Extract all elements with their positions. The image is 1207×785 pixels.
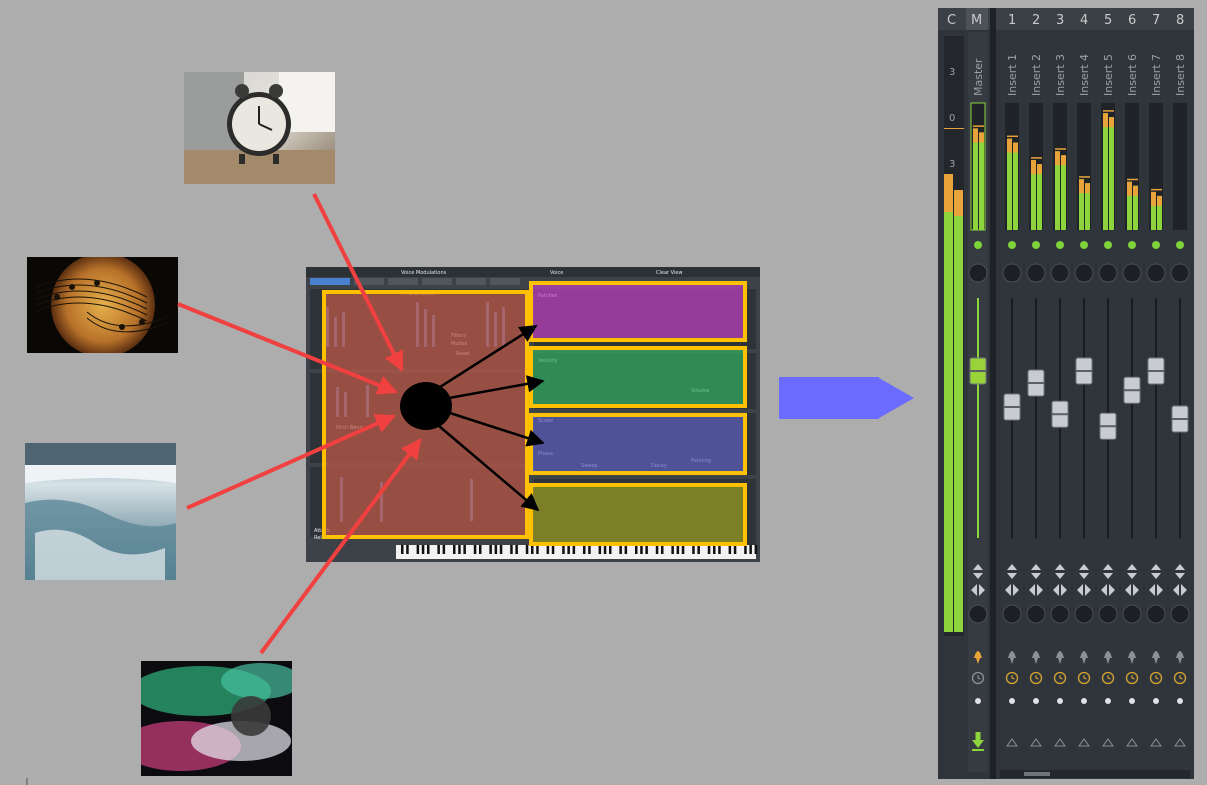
master-name-label: Master xyxy=(972,58,985,96)
synth-label-patches: Patches xyxy=(538,293,558,299)
mixer-channel-number-2[interactable]: 2 xyxy=(1032,13,1040,28)
pan-knob-icon[interactable] xyxy=(1050,263,1070,283)
mixer-scrollbar-thumb[interactable] xyxy=(1024,772,1050,776)
synth-label-decay: Decay xyxy=(651,463,667,469)
mixer-channel-number-3[interactable]: 3 xyxy=(1056,13,1064,28)
pan-knob-icon[interactable] xyxy=(968,263,988,283)
mixer-panel: C M 1 2 3 4 5 6 7 8 3 0 3 Master Insert 1 Insert … xyxy=(938,8,1194,779)
meter-bar-right-5 xyxy=(1109,117,1114,230)
route-dot-icon[interactable] xyxy=(1081,698,1087,704)
channel-led-icon[interactable] xyxy=(1128,241,1136,249)
route-dot-icon[interactable] xyxy=(1153,698,1159,704)
synth-label-attack: Attack xyxy=(314,528,330,534)
mixer-channel-number-6[interactable]: 6 xyxy=(1128,13,1136,28)
volume-knob-icon[interactable] xyxy=(1002,604,1022,624)
synth-plugin-screenshot: Voice Modulations Voice Clear View Param… xyxy=(306,267,760,562)
mixer-scale-top: 3 xyxy=(949,67,955,78)
pan-knob-icon[interactable] xyxy=(1026,263,1046,283)
mixer-scale-zero: 0 xyxy=(949,113,955,124)
volume-knob-icon[interactable] xyxy=(1050,604,1070,624)
synth-label-release: Release xyxy=(314,535,334,541)
synth-label-phase: Phase xyxy=(538,451,553,457)
meter-bar-right-3 xyxy=(1061,155,1066,230)
mixer-channel-number-8[interactable]: 8 xyxy=(1176,13,1184,28)
pan-knob-icon[interactable] xyxy=(1122,263,1142,283)
meter-bar-right-1 xyxy=(1013,142,1018,230)
mixer-header-m[interactable]: M xyxy=(971,13,982,28)
volume-knob-icon[interactable] xyxy=(1146,604,1166,624)
channel-led-icon[interactable] xyxy=(1056,241,1064,249)
pan-knob-icon[interactable] xyxy=(1170,263,1190,283)
insert-name-label-7: Insert 7 xyxy=(1150,54,1163,96)
synth-label-filters: Filters xyxy=(451,333,466,339)
insert-name-label-6: Insert 6 xyxy=(1126,54,1139,96)
route-dot-icon[interactable] xyxy=(1057,698,1063,704)
colorful-smoke-photo xyxy=(141,661,292,776)
meter-bar-left-5 xyxy=(1103,113,1108,230)
synth-header-mid: Voice xyxy=(550,270,563,276)
music-notes-photo xyxy=(27,257,178,353)
synth-label-volume: Volume xyxy=(691,388,710,394)
synth-label-pitch-bend: Pitch Bend xyxy=(336,425,363,431)
mixer-channel-number-5[interactable]: 5 xyxy=(1104,13,1112,28)
pan-knob-icon[interactable] xyxy=(1146,263,1166,283)
insert-name-label-2: Insert 2 xyxy=(1030,54,1043,96)
insert-name-label-8: Insert 8 xyxy=(1174,54,1187,96)
mixer-header-c[interactable]: C xyxy=(947,13,956,28)
route-dot-icon[interactable] xyxy=(1033,698,1039,704)
channel-led-icon[interactable] xyxy=(1032,241,1040,249)
route-dot-icon[interactable] xyxy=(1105,698,1111,704)
volume-knob-icon[interactable] xyxy=(1122,604,1142,624)
synth-label-scope: Scope xyxy=(538,418,553,424)
volume-knob-icon[interactable] xyxy=(1098,604,1118,624)
pan-knob-icon[interactable] xyxy=(1098,263,1118,283)
meter-bar-right-0 xyxy=(979,132,984,230)
synth-header-right: Clear View xyxy=(656,270,683,276)
volume-knob-icon[interactable] xyxy=(1074,604,1094,624)
channel-led-icon[interactable] xyxy=(1104,241,1112,249)
channel-led-icon[interactable] xyxy=(1152,241,1160,249)
volume-knob-icon[interactable] xyxy=(1170,604,1190,624)
channel-led-icon[interactable] xyxy=(1176,241,1184,249)
channel-led-icon[interactable] xyxy=(1080,241,1088,249)
synth-label-parameters: Parameters xyxy=(406,291,435,297)
synth-label-sweep: Sweep xyxy=(581,463,598,469)
route-dot-icon[interactable] xyxy=(1009,698,1015,704)
volume-knob-icon[interactable] xyxy=(1026,604,1046,624)
alarm-clock-photo xyxy=(184,72,335,184)
route-dot-icon[interactable] xyxy=(1177,698,1183,704)
insert-name-label-4: Insert 4 xyxy=(1078,54,1091,96)
mixer-channel-number-4[interactable]: 4 xyxy=(1080,13,1088,28)
synth-label-velocity: Velocity xyxy=(538,358,558,364)
waterfall-photo xyxy=(25,443,176,580)
mixer-scale-bottom: 3 xyxy=(949,159,955,170)
synth-label-modes: Modes xyxy=(451,341,468,347)
pan-knob-icon[interactable] xyxy=(1074,263,1094,283)
channel-led-icon[interactable] xyxy=(1008,241,1016,249)
insert-name-label-5: Insert 5 xyxy=(1102,54,1115,96)
synth-label-reset: Reset xyxy=(456,351,470,357)
synth-label-panning: Panning xyxy=(691,458,711,464)
synth-header-left: Voice Modulations xyxy=(401,270,447,276)
mixer-channel-number-7[interactable]: 7 xyxy=(1152,13,1160,28)
route-dot-icon[interactable] xyxy=(1129,698,1135,704)
route-dot-icon[interactable] xyxy=(975,698,981,704)
blue-arrow-icon xyxy=(779,377,914,419)
insert-name-label-1: Insert 1 xyxy=(1006,54,1019,96)
insert-name-label-3: Insert 3 xyxy=(1054,54,1067,96)
volume-knob-icon[interactable] xyxy=(968,604,988,624)
pan-knob-icon[interactable] xyxy=(1002,263,1022,283)
channel-led-icon[interactable] xyxy=(974,241,982,249)
meter-bar-left-0 xyxy=(973,128,978,230)
mixer-channel-number-1[interactable]: 1 xyxy=(1008,13,1016,28)
